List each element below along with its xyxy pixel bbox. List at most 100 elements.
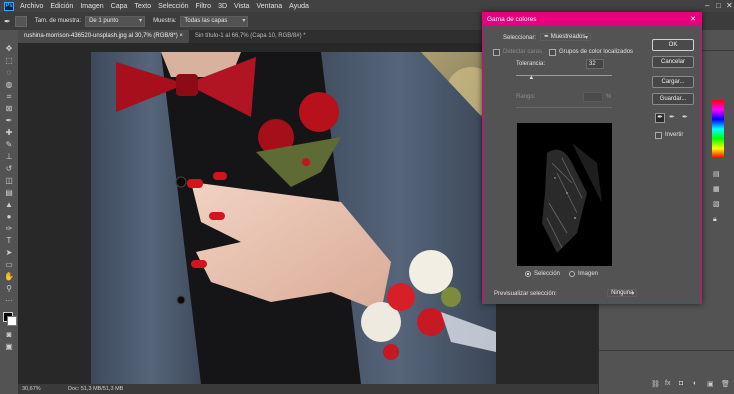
dialog-close-icon[interactable]: ✕ <box>690 13 696 26</box>
path-selection-icon[interactable]: ➤ <box>3 248 15 258</box>
background-color-swatch[interactable] <box>7 316 17 326</box>
save-button[interactable]: Guardar... <box>652 93 694 105</box>
menu-filtro[interactable]: Filtro <box>196 3 212 10</box>
shape-tool-icon[interactable]: ▭ <box>3 260 15 270</box>
fx-icon[interactable]: fx <box>665 380 670 387</box>
type-tool-icon[interactable]: T <box>3 236 15 246</box>
invert-checkbox[interactable] <box>655 132 662 139</box>
tab-rushina-morrison[interactable]: rushina-morrison-436520-unsplash.jpg al … <box>18 30 189 43</box>
preview-mask-art <box>542 143 602 253</box>
tool-preset-picker[interactable] <box>14 15 27 27</box>
menu-ayuda[interactable]: Ayuda <box>289 3 309 10</box>
eyedropper-icon-selected[interactable]: ✒ <box>655 113 665 123</box>
sample-size-label: Tam. de muestra: <box>34 18 82 24</box>
eraser-tool-icon[interactable]: ◫ <box>3 176 15 186</box>
more-tools-icon[interactable]: ··· <box>3 296 15 306</box>
select-dropdown-value: Muestreados <box>550 34 586 40</box>
range-label: Rango: <box>516 94 536 100</box>
mask-icon[interactable]: ◘ <box>679 380 683 387</box>
eyedropper-tool-icon[interactable]: ✒ <box>3 116 15 126</box>
tolerance-slider-thumb[interactable]: ▲ <box>528 75 534 81</box>
menu-edicion[interactable]: Edición <box>50 3 73 10</box>
menu-bar: Ps Archivo Edición Imagen Capa Texto Sel… <box>0 0 734 12</box>
sample-select[interactable]: Todas las capas <box>180 15 249 27</box>
sample-label: Muestra: <box>153 18 177 24</box>
dialog-title: Gama de colores <box>487 16 537 23</box>
stamp-tool-icon[interactable]: ⊥ <box>3 152 15 162</box>
localized-groups-checkbox[interactable] <box>549 49 556 56</box>
dialog-titlebar[interactable]: Gama de colores ✕ <box>483 13 701 26</box>
preview-selection-label: Previsualizar selección: <box>494 291 557 297</box>
new-layer-icon[interactable]: ▣ <box>707 380 714 388</box>
link-layers-icon[interactable]: ⛓ <box>651 380 660 388</box>
range-track[interactable] <box>516 107 612 108</box>
range-unit: % <box>606 94 612 100</box>
load-button[interactable]: Cargar... <box>652 76 694 88</box>
invert-label: Invertir <box>665 132 684 138</box>
dodge-tool-icon[interactable]: ● <box>3 212 15 222</box>
move-tool-icon[interactable]: ✥ <box>3 44 15 54</box>
hand-tool-icon[interactable]: ✋ <box>3 272 15 282</box>
panel-icon-c[interactable]: ▧ <box>713 200 720 208</box>
history-brush-icon[interactable]: ↺ <box>3 164 15 174</box>
detect-faces-checkbox[interactable] <box>493 49 500 56</box>
menu-ventana[interactable]: Ventana <box>256 3 282 10</box>
blur-tool-icon[interactable]: ▲ <box>3 200 15 210</box>
detect-faces-label: Detectar caras <box>503 49 543 55</box>
panel-icon-a[interactable]: ▤ <box>713 170 720 178</box>
sample-size-select[interactable]: De 1 punto <box>85 15 146 27</box>
ok-button[interactable]: OK <box>652 39 694 51</box>
tab-sin-titulo-1[interactable]: Sin título-1 al 66,7% (Capa 10, RGB/8#) … <box>189 30 312 43</box>
eyedropper-minus-icon[interactable]: ✒ <box>682 113 688 121</box>
healing-brush-icon[interactable]: ✚ <box>3 128 15 138</box>
menu-vista[interactable]: Vista <box>234 3 249 10</box>
preview-selection-dropdown[interactable]: Ninguna <box>607 289 638 297</box>
maximize-icon[interactable]: □ <box>716 1 721 10</box>
tools-panel: ✥ ⬚ ◌ ◍ ⌗ ⊠ ✒ ✚ ✎ ⊥ ↺ ◫ ▤ ▲ ● ✑ T ➤ ▭ ✋ … <box>0 30 19 394</box>
pen-tool-icon[interactable]: ✑ <box>3 224 15 234</box>
brush-tool-icon[interactable]: ✎ <box>3 140 15 150</box>
cancel-button[interactable]: Cancelar <box>652 56 694 68</box>
eyedropper-icon[interactable]: ✒ <box>4 17 11 26</box>
adjustment-icon[interactable]: ◐ <box>693 380 697 387</box>
trash-icon[interactable]: 🗑︎ <box>721 380 730 388</box>
menu-capa[interactable]: Capa <box>111 3 128 10</box>
localized-groups-label: Grupos de color localizados <box>559 49 634 55</box>
eyedropper-sample-icon: ✒ <box>544 34 551 40</box>
menu-archivo[interactable]: Archivo <box>20 3 43 10</box>
marquee-tool-icon[interactable]: ⬚ <box>3 56 15 66</box>
zoom-tool-icon[interactable]: ⚲ <box>3 284 15 294</box>
lock-icon[interactable]: 🔒︎ <box>713 216 717 224</box>
quick-mask-icon[interactable]: ◙ <box>3 330 15 340</box>
minimize-icon[interactable]: – <box>705 1 709 10</box>
selection-radio[interactable] <box>525 271 531 277</box>
menu-seleccion[interactable]: Selección <box>158 3 188 10</box>
quick-select-tool-icon[interactable]: ◍ <box>3 80 15 90</box>
lasso-tool-icon[interactable]: ◌ <box>3 68 15 78</box>
frame-tool-icon[interactable]: ⊠ <box>3 104 15 114</box>
tolerance-label: Tolerancia: <box>516 61 546 67</box>
tolerance-input[interactable]: 32 <box>586 59 604 69</box>
menu-imagen[interactable]: Imagen <box>80 3 103 10</box>
menu-texto[interactable]: Texto <box>134 3 151 10</box>
menu-3d[interactable]: 3D <box>218 3 227 10</box>
close-window-icon[interactable]: ✕ <box>726 1 733 10</box>
status-bar: 30,67% Doc: 51,3 MB/51,3 MB <box>18 384 598 394</box>
range-input[interactable] <box>583 92 603 102</box>
select-dropdown[interactable]: ✒ Muestreados <box>540 33 592 41</box>
crop-tool-icon[interactable]: ⌗ <box>3 92 15 102</box>
gradient-tool-icon[interactable]: ▤ <box>3 188 15 198</box>
zoom-level[interactable]: 30,67% <box>22 384 41 394</box>
photo-artwork <box>91 52 496 384</box>
layers-divider <box>599 350 734 351</box>
document-image[interactable] <box>91 52 496 384</box>
screen-mode-icon[interactable]: ▣ <box>3 342 15 352</box>
color-spectrum-slider[interactable] <box>712 100 724 158</box>
panel-icon-b[interactable]: ▦ <box>713 185 720 193</box>
color-range-dialog: Gama de colores ✕ Seleccionar: ✒ Muestre… <box>482 12 702 304</box>
selection-preview[interactable] <box>517 123 612 266</box>
document-size: Doc: 51,3 MB/51,3 MB <box>68 386 124 392</box>
eyedropper-plus-icon[interactable]: ✒ <box>669 113 675 121</box>
image-radio[interactable] <box>569 271 575 277</box>
select-label: Seleccionar: <box>503 35 537 41</box>
